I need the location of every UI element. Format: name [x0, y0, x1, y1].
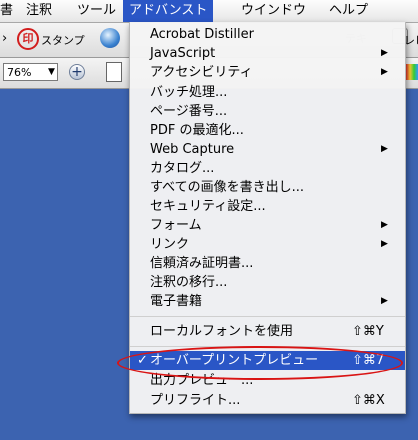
submenu-arrow-icon: ▶	[381, 144, 388, 154]
menu-item-ebooks[interactable]: 電子書籍 ▶	[130, 292, 405, 311]
menu-help[interactable]: ヘルプ	[329, 0, 368, 22]
review-label[interactable]: レビ	[404, 32, 418, 48]
stamp-icon[interactable]: 印	[17, 28, 39, 50]
menu-item-pdf-optimize[interactable]: PDF の最適化...	[130, 121, 405, 140]
menu-item-migrate-comments[interactable]: 注釈の移行...	[130, 273, 405, 292]
menu-item-acrobat-distiller[interactable]: Acrobat Distiller	[130, 25, 405, 44]
menu-item-page-numbers[interactable]: ページ番号...	[130, 102, 405, 121]
menu-item-label: フォーム	[150, 218, 202, 233]
annotation-ellipse	[117, 346, 403, 380]
menu-item-preflight[interactable]: プリフライト... ⇧⌘X	[130, 391, 405, 410]
menu-item-accessibility[interactable]: アクセシビリティ ▶	[130, 63, 405, 82]
submenu-arrow-icon: ▶	[381, 67, 388, 77]
menu-item-label: 電子書籍	[150, 294, 203, 309]
color-swatch-icon[interactable]	[406, 64, 418, 80]
zoom-dropdown-icon[interactable]: ▼	[48, 67, 55, 77]
menu-item-label: プリフライト...	[150, 393, 241, 408]
submenu-arrow-icon: ▶	[381, 220, 388, 230]
menu-item-label: セキュリティ設定...	[150, 199, 266, 214]
menu-item-label: ページ番号...	[150, 104, 228, 119]
menu-item-forms[interactable]: フォーム ▶	[130, 216, 405, 235]
submenu-arrow-icon: ▶	[381, 239, 388, 249]
menu-item-web-capture[interactable]: Web Capture ▶	[130, 140, 405, 159]
menu-item-label: アクセシビリティ	[150, 65, 253, 80]
menu-item-label: すべての画像を書き出し...	[150, 180, 304, 195]
menu-item-label: Acrobat Distiller	[150, 27, 254, 42]
shortcut-label: ⇧⌘Y	[352, 324, 384, 339]
email-globe-icon[interactable]	[100, 28, 120, 48]
menu-item-export-images[interactable]: すべての画像を書き出し...	[130, 178, 405, 197]
menu-item-security[interactable]: セキュリティ設定...	[130, 197, 405, 216]
menu-item-trusted-certs[interactable]: 信頼済み証明書...	[130, 254, 405, 273]
menu-separator	[130, 316, 405, 317]
shortcut-label: ⇧⌘X	[352, 393, 385, 408]
menu-item-label: PDF の最適化...	[150, 123, 244, 138]
menu-item-label: Web Capture	[150, 142, 235, 157]
menu-item-links[interactable]: リンク ▶	[130, 235, 405, 254]
menu-item-label: JavaScript	[150, 46, 216, 61]
menu-item-label: 信頼済み証明書...	[150, 256, 254, 271]
page-icon[interactable]	[106, 62, 122, 82]
submenu-arrow-icon: ▶	[381, 48, 388, 58]
menu-item-label: ローカルフォントを使用	[150, 324, 294, 339]
chevron-icon: ›	[2, 31, 8, 46]
menu-tools[interactable]: ツール	[77, 0, 116, 22]
menu-item-javascript[interactable]: JavaScript ▶	[130, 44, 405, 63]
menu-book[interactable]: 書	[0, 0, 13, 22]
menu-item-label: バッチ処理...	[150, 85, 228, 100]
stamp-button-label[interactable]: スタンプ	[41, 32, 85, 48]
submenu-arrow-icon: ▶	[381, 296, 388, 306]
zoom-in-icon[interactable]: +	[69, 64, 85, 80]
menu-item-label: カタログ...	[150, 161, 215, 176]
menu-item-batch[interactable]: バッチ処理...	[130, 83, 405, 102]
menu-item-catalog[interactable]: カタログ...	[130, 159, 405, 178]
menu-item-label: リンク	[150, 237, 190, 252]
menu-item-label: 注釈の移行...	[150, 275, 228, 290]
menu-window[interactable]: ウインドウ	[241, 0, 306, 22]
menu-item-local-fonts[interactable]: ローカルフォントを使用 ⇧⌘Y	[130, 322, 405, 341]
menu-advanced[interactable]: アドバンスト	[123, 0, 214, 22]
menu-bar: 書 注釈 ツール アドバンスト ウインドウ ヘルプ	[0, 0, 418, 23]
menu-comments[interactable]: 注釈	[26, 0, 52, 22]
